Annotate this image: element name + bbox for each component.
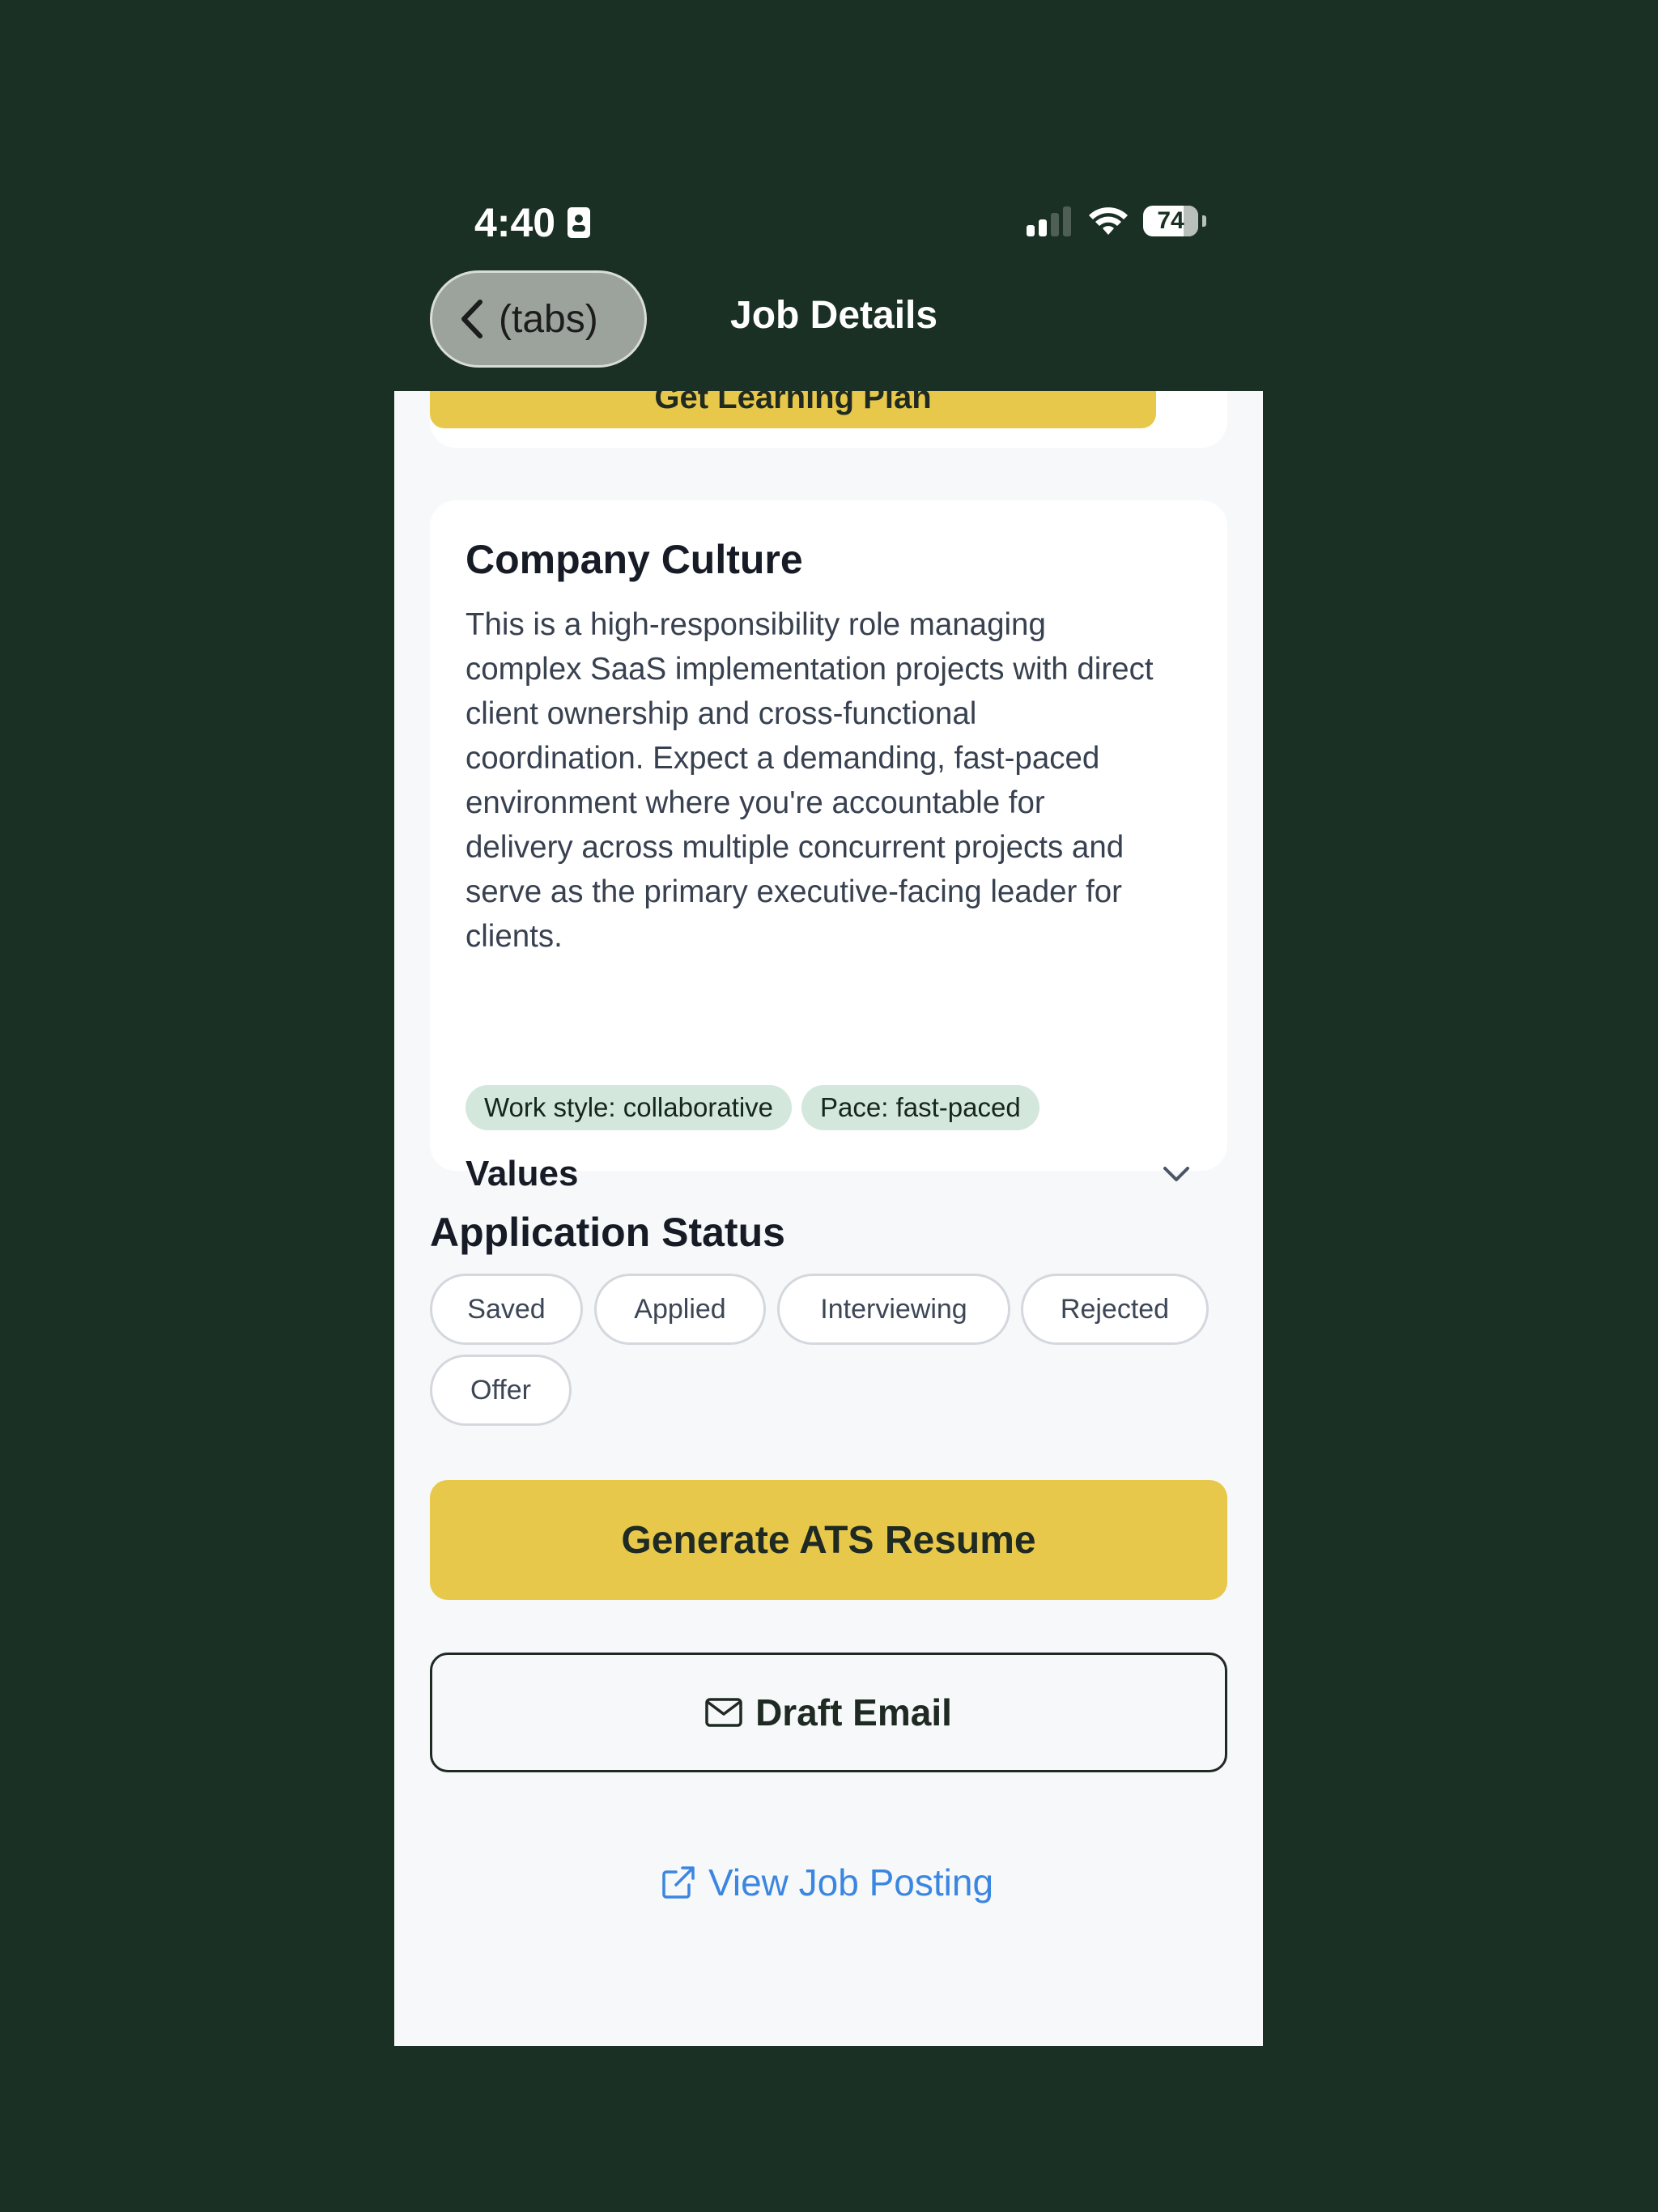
culture-line: complex SaaS implementation projects wit… (466, 652, 1154, 687)
application-status-title: Application Status (430, 1210, 785, 1255)
mail-icon (705, 1698, 742, 1727)
chevron-left-icon (461, 300, 483, 338)
culture-line: This is a high-responsibility role manag… (466, 607, 1046, 642)
status-indicators: 74 (1027, 206, 1206, 236)
battery-level: 74 (1157, 207, 1184, 234)
external-link-icon (662, 1866, 695, 1899)
back-label: (tabs) (499, 297, 598, 341)
generate-ats-resume-button[interactable]: Generate ATS Resume (430, 1480, 1227, 1600)
values-label: Values (466, 1154, 579, 1193)
page-title: Job Details (730, 294, 938, 337)
draft-email-label: Draft Email (755, 1691, 952, 1733)
tag-work-style: Work style: collaborative (466, 1085, 793, 1130)
culture-line: serve as the primary executive-facing le… (466, 874, 1123, 909)
culture-line: environment where you're accountable for (466, 785, 1045, 820)
values-accordion[interactable]: Values (466, 1154, 1194, 1194)
culture-title: Company Culture (466, 537, 803, 582)
battery-empty-portion (1184, 206, 1198, 236)
status-rejected-button[interactable]: Rejected (1021, 1274, 1209, 1345)
id-card-icon (568, 207, 591, 238)
culture-description: This is a high-responsibility role manag… (466, 602, 1194, 959)
chevron-down-icon (1163, 1167, 1189, 1181)
culture-line: delivery across multiple concurrent proj… (466, 830, 1124, 865)
signal-icon (1027, 206, 1071, 236)
status-applied-button[interactable]: Applied (594, 1274, 766, 1345)
culture-line: client ownership and cross-functional (466, 696, 977, 731)
wifi-icon (1089, 207, 1128, 235)
status-time: 4:40 (474, 199, 591, 246)
draft-email-button[interactable]: Draft Email (430, 1653, 1227, 1772)
back-button[interactable]: (tabs) (430, 270, 647, 368)
battery-icon: 74 (1143, 206, 1206, 236)
culture-tags: Work style: collaborative Pace: fast-pac… (466, 1085, 1039, 1130)
company-culture-card: Company Culture This is a high-responsib… (430, 500, 1227, 1193)
culture-line: coordination. Expect a demanding, fast-p… (466, 741, 1100, 776)
view-job-posting-label: View Job Posting (708, 1861, 994, 1904)
get-learning-plan-button[interactable]: Get Learning Plan (430, 391, 1156, 428)
status-saved-button[interactable]: Saved (430, 1274, 583, 1345)
view-job-posting-link[interactable]: View Job Posting (661, 1861, 993, 1904)
tag-pace: Pace: fast-paced (801, 1085, 1039, 1130)
status-interviewing-button[interactable]: Interviewing (777, 1274, 1010, 1345)
learning-button-label: Get Learning Plan (654, 391, 932, 415)
time-label: 4:40 (474, 200, 556, 245)
culture-line: clients. (466, 919, 563, 954)
scroll-content[interactable]: Get Learning Plan Company Culture This i… (394, 391, 1263, 2046)
battery-nub (1202, 215, 1206, 227)
status-offer-button[interactable]: Offer (430, 1355, 572, 1426)
